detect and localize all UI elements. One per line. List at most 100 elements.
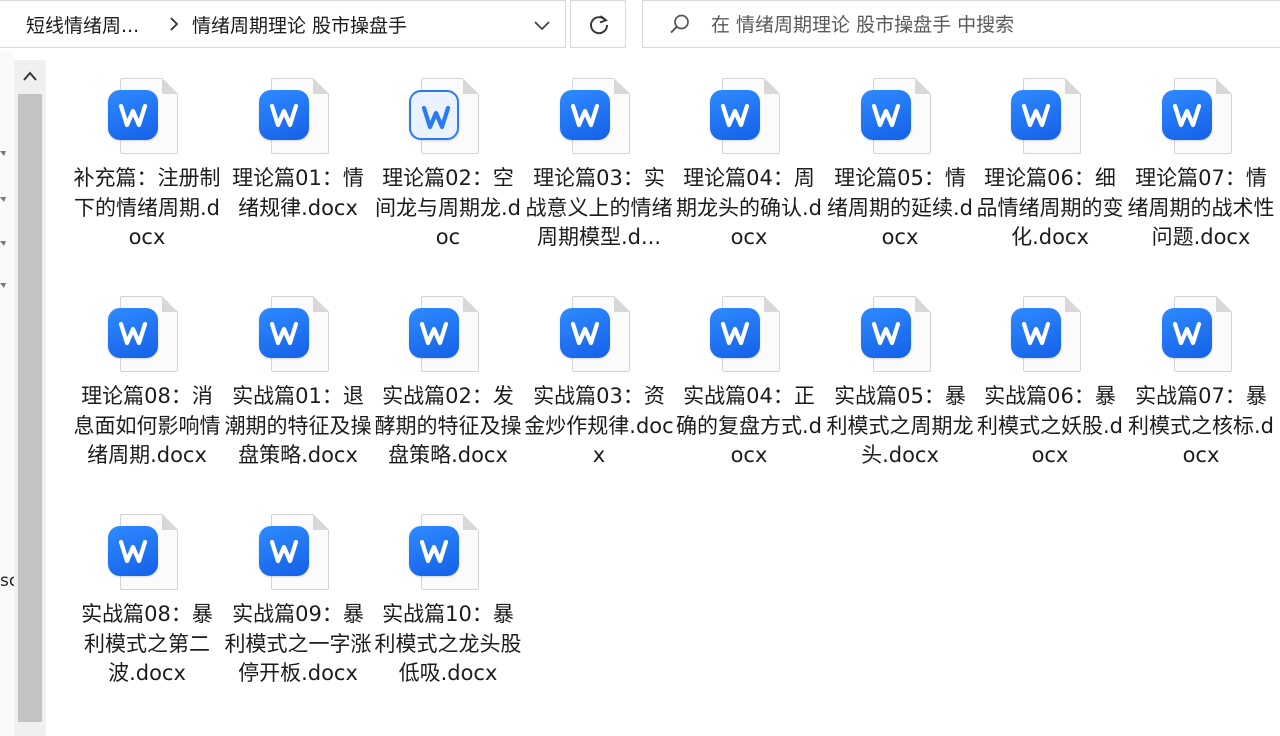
- pin-icon: [0, 241, 6, 246]
- doc-fold: [1216, 78, 1232, 94]
- word-doc-icon: [259, 78, 331, 156]
- search-box[interactable]: [642, 0, 1280, 48]
- file-name: 实战篇03：资金炒作规律.docx: [524, 384, 674, 467]
- refresh-button[interactable]: [570, 0, 626, 48]
- w-letter-icon: [1021, 321, 1051, 346]
- breadcrumb-parent[interactable]: 短线情绪周...: [26, 11, 139, 38]
- file-name: 理论篇07：情绪周期的战术性问题.docx: [1127, 166, 1275, 249]
- file-name: 实战篇07：暴利模式之核标.docx: [1127, 384, 1274, 467]
- file-grid: 补充篇：注册制下的情绪周期.docx 理论篇01：情绪规律.docx 理论篇02：空…: [72, 72, 1275, 736]
- word-doc-icon: [710, 296, 782, 374]
- doc-fold: [1065, 78, 1081, 94]
- w-badge: [259, 90, 309, 140]
- file-name: 实战篇09：暴利模式之一字涨停开板.docx: [224, 602, 372, 685]
- word-doc-icon: [560, 78, 632, 156]
- word-doc-icon: [409, 78, 481, 156]
- file-item[interactable]: 理论篇06：细品情绪周期的变化.docx: [975, 72, 1125, 282]
- file-name: 实战篇02：发酵期的特征及操盘策略.docx: [374, 384, 522, 467]
- w-letter-icon: [419, 539, 449, 564]
- address-bar[interactable]: 短线情绪周... 情绪周期理论 股市操盘手: [0, 0, 566, 48]
- file-name: 实战篇08：暴利模式之第二波.docx: [81, 602, 213, 685]
- w-letter-icon: [720, 321, 750, 346]
- doc-fold: [915, 296, 931, 312]
- file-item[interactable]: 理论篇02：空间龙与周期龙.doc: [373, 72, 523, 282]
- file-item[interactable]: 理论篇07：情绪周期的战术性问题.docx: [1126, 72, 1276, 282]
- search-input[interactable]: [711, 9, 1251, 41]
- search-icon: [670, 14, 689, 34]
- w-letter-icon: [720, 103, 750, 128]
- w-letter-icon: [871, 321, 901, 346]
- scroll-thumb[interactable]: [18, 94, 42, 722]
- w-letter-icon: [419, 321, 449, 346]
- navigation-pane-edge[interactable]: [0, 52, 14, 736]
- file-item[interactable]: 实战篇09：暴利模式之一字涨停开板.docx: [223, 508, 373, 718]
- doc-fold: [463, 296, 479, 312]
- chevron-down-icon[interactable]: [530, 14, 554, 36]
- file-item[interactable]: 实战篇05：暴利模式之周期龙头.docx: [825, 290, 975, 500]
- word-doc-icon: [259, 514, 331, 592]
- file-item[interactable]: 理论篇05：情绪周期的延续.docx: [825, 72, 975, 282]
- file-item[interactable]: 实战篇07：暴利模式之核标.docx: [1126, 290, 1276, 500]
- file-item[interactable]: 实战篇04：正确的复盘方式.docx: [674, 290, 824, 500]
- refresh-icon: [590, 15, 608, 35]
- toolbar: 短线情绪周... 情绪周期理论 股市操盘手: [0, 0, 1280, 52]
- word-doc-icon: [861, 296, 933, 374]
- w-letter-icon: [871, 103, 901, 128]
- w-badge: [259, 308, 309, 358]
- file-item[interactable]: 理论篇03：实战意义上的情绪周期模型.d...: [524, 72, 674, 282]
- file-name: 补充篇：注册制下的情绪周期.docx: [73, 166, 221, 249]
- w-badge: [1011, 90, 1061, 140]
- vertical-scrollbar[interactable]: [14, 60, 46, 736]
- w-badge: [259, 526, 309, 576]
- pin-icon: [0, 197, 6, 202]
- file-item[interactable]: 实战篇06：暴利模式之妖股.docx: [975, 290, 1125, 500]
- doc-fold: [915, 78, 931, 94]
- doc-fold: [764, 296, 780, 312]
- word-doc-icon: [108, 78, 180, 156]
- file-name: 理论篇01：情绪规律.docx: [232, 166, 364, 220]
- w-letter-icon: [1021, 103, 1051, 128]
- w-letter-icon: [421, 105, 451, 130]
- w-badge: [861, 308, 911, 358]
- w-letter-icon: [118, 103, 148, 128]
- w-badge: [409, 90, 459, 140]
- chevron-right-icon[interactable]: [166, 14, 182, 34]
- breadcrumb-current[interactable]: 情绪周期理论 股市操盘手: [192, 11, 407, 38]
- file-item[interactable]: 实战篇08：暴利模式之第二波.docx: [72, 508, 222, 718]
- w-badge: [560, 90, 610, 140]
- file-item[interactable]: 实战篇02：发酵期的特征及操盘策略.docx: [373, 290, 523, 500]
- w-letter-icon: [269, 539, 299, 564]
- w-badge: [108, 308, 158, 358]
- doc-fold: [162, 78, 178, 94]
- file-item[interactable]: 实战篇10：暴利模式之龙头股低吸.docx: [373, 508, 523, 718]
- file-name: 理论篇02：空间龙与周期龙.doc: [374, 166, 521, 249]
- file-item[interactable]: 补充篇：注册制下的情绪周期.docx: [72, 72, 222, 282]
- word-doc-icon: [409, 514, 481, 592]
- doc-fold: [313, 78, 329, 94]
- file-item[interactable]: 实战篇03：资金炒作规律.docx: [524, 290, 674, 500]
- w-badge: [108, 90, 158, 140]
- w-letter-icon: [1172, 103, 1202, 128]
- w-badge: [1011, 308, 1061, 358]
- file-name: 实战篇10：暴利模式之龙头股低吸.docx: [374, 602, 522, 685]
- w-letter-icon: [570, 103, 600, 128]
- word-doc-icon: [259, 296, 331, 374]
- file-item[interactable]: 理论篇01：情绪规律.docx: [223, 72, 373, 282]
- w-letter-icon: [118, 321, 148, 346]
- w-letter-icon: [1172, 321, 1202, 346]
- file-item[interactable]: 实战篇01：退潮期的特征及操盘策略.docx: [223, 290, 373, 500]
- word-doc-icon: [409, 296, 481, 374]
- pin-icon: [0, 283, 6, 288]
- file-name: 理论篇08：消息面如何影响情绪周期.docx: [73, 384, 221, 467]
- file-name: 实战篇04：正确的复盘方式.docx: [675, 384, 822, 467]
- word-doc-icon: [108, 296, 180, 374]
- word-doc-icon: [560, 296, 632, 374]
- pin-icon: [0, 151, 6, 156]
- file-item[interactable]: 理论篇08：消息面如何影响情绪周期.docx: [72, 290, 222, 500]
- file-item[interactable]: 理论篇04：周期龙头的确认.docx: [674, 72, 824, 282]
- w-badge: [710, 90, 760, 140]
- file-name: 理论篇04：周期龙头的确认.docx: [675, 166, 822, 249]
- scroll-up-button[interactable]: [14, 60, 46, 94]
- w-letter-icon: [269, 103, 299, 128]
- word-doc-icon: [861, 78, 933, 156]
